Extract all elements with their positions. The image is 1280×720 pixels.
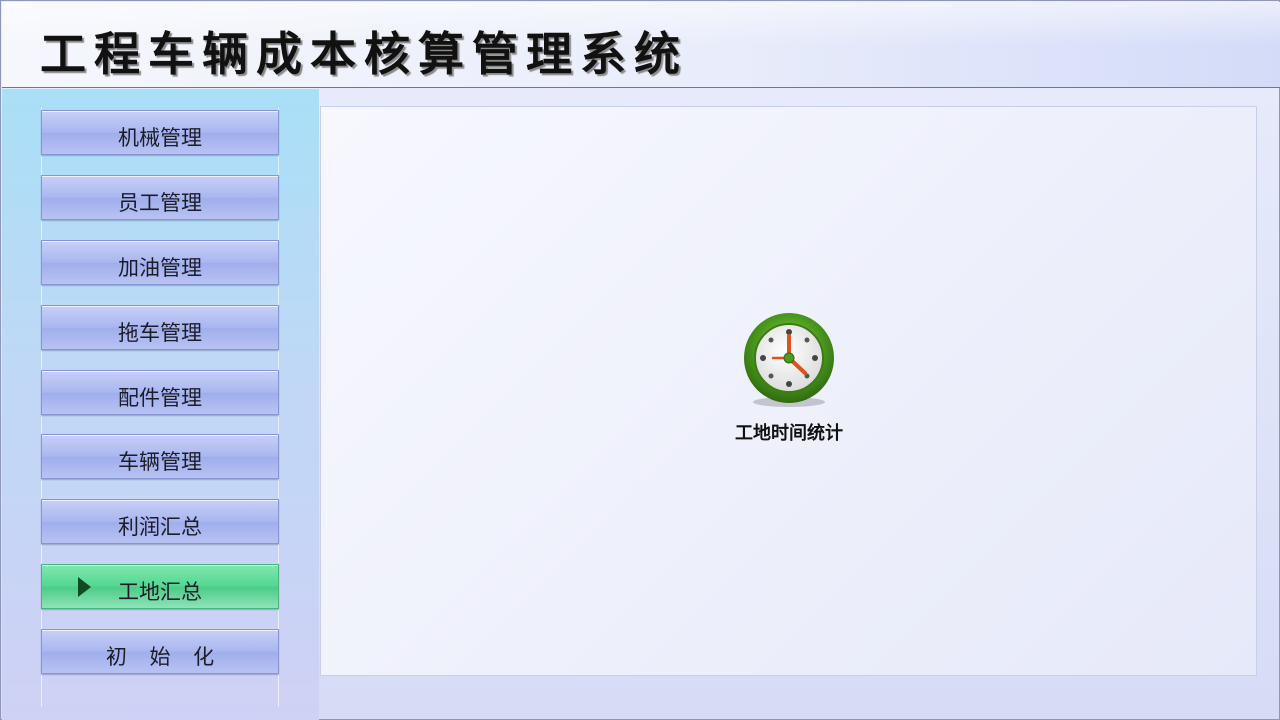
sidebar-item-refueling[interactable]: 加油管理 (41, 240, 279, 285)
sidebar-item-site-summary[interactable]: 工地汇总 (41, 564, 279, 609)
sidebar-item-parts[interactable]: 配件管理 (41, 370, 279, 415)
sidebar-item-label: 初 始 化 (105, 645, 223, 669)
sidebar-item-label: 员工管理 (118, 191, 202, 215)
app-window: 工程车辆成本核算管理系统 机械管理 员工管理 加油管理 拖车管理 配件管理 车辆… (0, 0, 1280, 720)
app-header: 工程车辆成本核算管理系统 (2, 2, 1280, 88)
sidebar-item-label: 配件管理 (118, 386, 202, 410)
sidebar-item-vehicles[interactable]: 车辆管理 (41, 434, 279, 479)
sidebar-item-initialize[interactable]: 初 始 化 (41, 629, 279, 674)
sidebar-item-machinery[interactable]: 机械管理 (41, 110, 279, 155)
sidebar-item-label: 拖车管理 (118, 321, 202, 345)
sidebar-item-staff[interactable]: 员工管理 (41, 175, 279, 220)
sidebar-item-label: 加油管理 (118, 256, 202, 280)
app-title: 工程车辆成本核算管理系统 (40, 27, 688, 81)
sidebar-item-label: 工地汇总 (118, 580, 202, 604)
sidebar: 机械管理 员工管理 加油管理 拖车管理 配件管理 车辆管理 利润汇总 工地汇总 … (2, 89, 319, 720)
sidebar-item-profit-summary[interactable]: 利润汇总 (41, 499, 279, 544)
sidebar-item-label: 机械管理 (118, 126, 202, 150)
sidebar-item-label: 车辆管理 (118, 450, 202, 474)
tile-label: 工地时间统计 (735, 423, 843, 444)
site-time-stats-tile[interactable]: 工地时间统计 (713, 311, 865, 444)
sidebar-item-label: 利润汇总 (118, 515, 202, 539)
clock-icon (744, 313, 834, 407)
sidebar-item-towing[interactable]: 拖车管理 (41, 305, 279, 350)
main-content: 工地时间统计 (320, 106, 1257, 676)
